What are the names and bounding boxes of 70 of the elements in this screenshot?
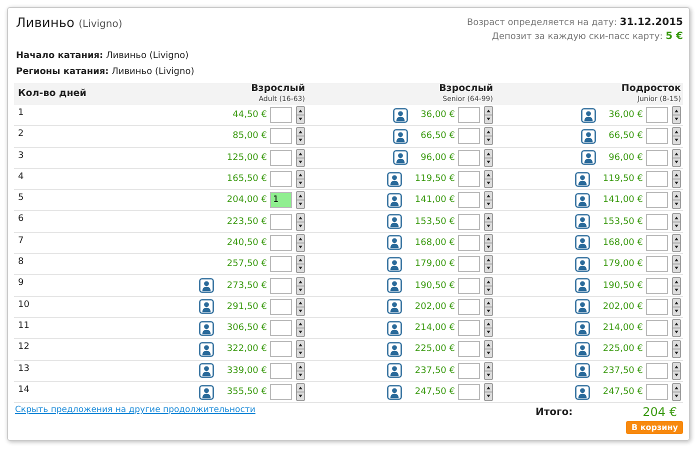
days-cell-text: 13 — [17, 362, 30, 374]
price-text: 240,50 € — [226, 238, 267, 248]
price-text: 119,50 € — [414, 174, 455, 184]
days-cell-text: 9 — [17, 277, 25, 288]
price-text: 214,00 € — [414, 323, 455, 334]
price-text: 66,50 € — [420, 131, 455, 142]
info-line: Регионы катания: Ливиньо (Livigno) — [16, 66, 196, 79]
age-date-note: Возраст определяется на дату: 31.12.2015 — [466, 16, 683, 30]
info-line: Начало катания: Ливиньо (Livigno) — [16, 50, 190, 63]
price-text: 202,00 € — [414, 302, 455, 312]
column-header: Подросток — [621, 84, 681, 94]
price-text: 96,00 € — [420, 152, 455, 163]
price-text: 225,00 € — [602, 344, 643, 354]
price-text: 190,50 € — [414, 280, 455, 291]
price-text: 168,00 € — [602, 238, 643, 248]
price-text: 66,50 € — [608, 131, 643, 142]
price-text: 339,00 € — [226, 366, 267, 376]
days-cell-text: 11 — [17, 320, 30, 331]
price-text: 225,00 € — [414, 344, 455, 354]
price-text: 44,50 € — [232, 110, 267, 120]
column-header: Взрослый — [251, 84, 305, 94]
price-text: 153,50 € — [414, 216, 455, 227]
price-text: 125,00 € — [226, 152, 267, 163]
price-text: 96,00 € — [608, 152, 643, 163]
total-label: Итого: — [536, 406, 573, 418]
days-cell-text: 1 — [17, 107, 25, 118]
price-text: 179,00 € — [602, 259, 643, 270]
days-cell-text: 5 — [17, 192, 25, 204]
days-cell-text: 12 — [17, 341, 30, 352]
days-cell-text: 2 — [17, 128, 25, 140]
price-text: 141,00 € — [414, 195, 455, 206]
resort-title: Ливиньо (Livigno) — [15, 16, 122, 33]
price-text: 36,00 € — [420, 110, 455, 120]
price-text: 237,50 € — [602, 366, 643, 376]
days-cell-text: 4 — [17, 170, 25, 182]
add-to-cart-button[interactable]: В корзину — [626, 421, 683, 434]
days-cell-text: 10 — [17, 298, 30, 310]
price-text: 85,00 € — [232, 131, 267, 142]
days-cell-text: 8 — [17, 256, 25, 268]
price-text: 179,00 € — [414, 259, 455, 270]
price-text: 247,50 € — [602, 387, 643, 397]
price-text: 257,50 € — [226, 259, 267, 270]
price-text: 168,00 € — [414, 238, 455, 248]
price-text: 165,50 € — [226, 174, 267, 184]
price-text: 223,50 € — [226, 216, 267, 227]
quantity-field[interactable]: 1 — [270, 192, 292, 208]
price-text: 153,50 € — [602, 216, 643, 227]
price-text: 355,50 € — [226, 387, 267, 397]
days-cell-text: 7 — [17, 234, 25, 246]
price-text: 322,00 € — [226, 344, 267, 354]
days-cell-text: 14 — [17, 384, 30, 395]
price-text: 204,00 € — [226, 195, 267, 206]
price-text: 273,50 € — [226, 280, 267, 291]
column-header: Кол-во дней — [18, 89, 86, 99]
price-text: 36,00 € — [608, 110, 643, 120]
deposit-note: Депозит за каждую ски-пасс карту: 5 € — [490, 30, 683, 44]
price-text: 291,50 € — [226, 302, 267, 312]
price-text: 214,00 € — [602, 323, 643, 334]
hide-offers-link[interactable]: Скрыть предложения на другие продолжительности — [14, 405, 256, 416]
price-text: 247,50 € — [414, 387, 455, 397]
price-text: 190,50 € — [602, 280, 643, 291]
price-text: 237,50 € — [414, 366, 455, 376]
days-cell-text: 6 — [17, 213, 25, 224]
price-text: 119,50 € — [602, 174, 643, 184]
price-text: 306,50 € — [226, 323, 267, 334]
column-header: Взрослый — [439, 84, 493, 94]
total-value: 204 € — [642, 405, 677, 420]
days-cell-text: 3 — [17, 150, 25, 161]
price-text: 202,00 € — [602, 302, 643, 312]
price-text: 141,00 € — [602, 195, 643, 206]
